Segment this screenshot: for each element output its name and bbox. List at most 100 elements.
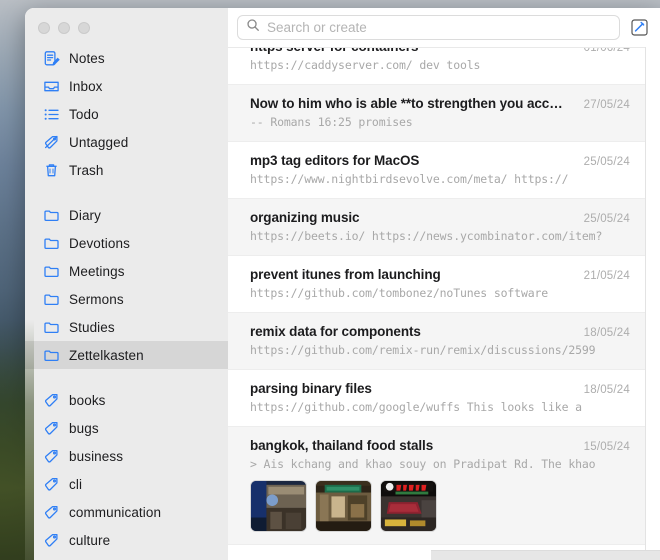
main-area: https server for containers 01/06/24 htt…	[228, 8, 660, 560]
note-list-item[interactable]: bangkok, thailand food stalls 15/05/24 >…	[228, 427, 645, 545]
sidebar-folder-label: Meetings	[69, 263, 125, 279]
sidebar-item-trash[interactable]: Trash	[33, 156, 220, 184]
sidebar-tag-communication[interactable]: communication	[33, 498, 220, 526]
note-date: 01/06/24	[583, 47, 630, 54]
note-snippet: https://caddyserver.com/ dev tools	[250, 58, 481, 72]
note-snippet: > Ais kchang and khao souy on Pradipat R…	[250, 457, 596, 471]
sidebar-item-label: Trash	[69, 162, 104, 178]
folder-icon	[43, 347, 60, 364]
note-header: prevent itunes from launching 21/05/24	[250, 267, 630, 282]
sidebar: Notes Inbox Todo Untagged Trash Diary De…	[25, 8, 228, 560]
sidebar-folder-label: Devotions	[69, 235, 130, 251]
close-button[interactable]	[38, 22, 50, 34]
note-date: 25/05/24	[583, 156, 630, 168]
tag-slash-icon	[43, 134, 60, 151]
note-list-item[interactable]: Now to him who is able **to strengthen y…	[228, 85, 645, 142]
note-title: bangkok, thailand food stalls	[250, 438, 434, 453]
note-list-item[interactable]: https server for containers 01/06/24 htt…	[228, 47, 645, 85]
note-header: https server for containers 01/06/24	[250, 47, 630, 54]
tag-icon	[43, 420, 60, 437]
note-list[interactable]: https server for containers 01/06/24 htt…	[228, 47, 645, 560]
toolbar	[228, 8, 660, 47]
folder-icon	[43, 291, 60, 308]
note-date: 27/05/24	[583, 99, 630, 111]
note-date: 18/05/24	[583, 327, 630, 339]
note-snippet: -- Romans 16:25 promises	[250, 115, 413, 129]
sidebar-tag-label: communication	[69, 504, 162, 520]
folder-icon	[43, 235, 60, 252]
sidebar-folders: Diary Devotions Meetings Sermons Studies…	[25, 201, 228, 369]
app-window: Notes Inbox Todo Untagged Trash Diary De…	[25, 8, 660, 560]
note-title: mp3 tag editors for MacOS	[250, 153, 420, 168]
note-header: remix data for components 18/05/24	[250, 324, 630, 339]
sidebar-tag-bugs[interactable]: bugs	[33, 414, 220, 442]
trash-icon	[43, 162, 60, 179]
note-header: parsing binary files 18/05/24	[250, 381, 630, 396]
sidebar-folder-studies[interactable]: Studies	[33, 313, 220, 341]
search-field[interactable]	[237, 15, 620, 40]
sidebar-divider-tags	[25, 369, 228, 386]
sidebar-tag-books[interactable]: books	[33, 386, 220, 414]
sidebar-folder-devotions[interactable]: Devotions	[33, 229, 220, 257]
note-title: parsing binary files	[250, 381, 372, 396]
compose-icon[interactable]	[630, 18, 649, 37]
sidebar-tag-label: culture	[69, 532, 111, 548]
sidebar-folder-label: Diary	[69, 207, 102, 223]
sidebar-tag-label: business	[69, 448, 124, 464]
sidebar-tag-label: cli	[69, 476, 83, 492]
sidebar-item-untagged[interactable]: Untagged	[33, 128, 220, 156]
note-header: organizing music 25/05/24	[250, 210, 630, 225]
note-header: mp3 tag editors for MacOS 25/05/24	[250, 153, 630, 168]
sidebar-tag-cli[interactable]: cli	[33, 470, 220, 498]
tag-icon	[43, 448, 60, 465]
note-snippet: https://beets.io/ https://news.ycombinat…	[250, 229, 603, 243]
sidebar-smart-lists: Notes Inbox Todo Untagged Trash	[25, 44, 228, 184]
note-snippet: https://github.com/remix-run/remix/discu…	[250, 343, 596, 357]
sidebar-folder-label: Sermons	[69, 291, 124, 307]
zoom-button[interactable]	[78, 22, 90, 34]
note-list-item[interactable]: organizing music 25/05/24 https://beets.…	[228, 199, 645, 256]
window-traffic-lights	[25, 8, 228, 44]
sidebar-folder-zettelkasten[interactable]: Zettelkasten	[25, 341, 228, 369]
sidebar-item-label: Todo	[69, 106, 99, 122]
folder-icon	[43, 207, 60, 224]
sidebar-folder-label: Studies	[69, 319, 115, 335]
note-date: 15/05/24	[583, 441, 630, 453]
note-list-item[interactable]: parsing binary files 18/05/24 https://gi…	[228, 370, 645, 427]
note-date: 21/05/24	[583, 270, 630, 282]
tag-icon	[43, 504, 60, 521]
note-list-item[interactable]: mp3 tag editors for MacOS 25/05/24 https…	[228, 142, 645, 199]
note-thumbnails	[250, 480, 630, 532]
tag-icon	[43, 532, 60, 549]
sidebar-item-label: Untagged	[69, 134, 129, 150]
sidebar-tag-culture[interactable]: culture	[33, 526, 220, 554]
note-snippet: https://github.com/google/wuffs This loo…	[250, 400, 582, 414]
sidebar-tag-label: bugs	[69, 420, 99, 436]
note-edit-icon	[43, 50, 60, 67]
list-icon	[43, 106, 60, 123]
minimize-button[interactable]	[58, 22, 70, 34]
sidebar-folder-meetings[interactable]: Meetings	[33, 257, 220, 285]
sidebar-folder-diary[interactable]: Diary	[33, 201, 220, 229]
sidebar-item-notes[interactable]: Notes	[33, 44, 220, 72]
note-list-item[interactable]: remix data for components 18/05/24 https…	[228, 313, 645, 370]
sidebar-tag-label: books	[69, 392, 106, 408]
note-title: prevent itunes from launching	[250, 267, 441, 282]
sidebar-tag-business[interactable]: business	[33, 442, 220, 470]
note-detail-panel[interactable]	[645, 47, 660, 560]
shop-interior-green-sign-photo[interactable]	[315, 480, 372, 532]
folder-icon	[43, 319, 60, 336]
sidebar-item-todo[interactable]: Todo	[33, 100, 220, 128]
sidebar-folder-sermons[interactable]: Sermons	[33, 285, 220, 313]
tag-icon	[43, 476, 60, 493]
search-input[interactable]	[267, 20, 611, 35]
sidebar-folder-label: Zettelkasten	[69, 347, 144, 363]
note-list-item[interactable]: prevent itunes from launching 21/05/24 h…	[228, 256, 645, 313]
status-bar	[431, 550, 660, 560]
sidebar-item-inbox[interactable]: Inbox	[33, 72, 220, 100]
note-header: bangkok, thailand food stalls 15/05/24	[250, 438, 630, 453]
note-date: 18/05/24	[583, 384, 630, 396]
street-stall-blue-night-photo[interactable]	[250, 480, 307, 532]
red-awning-storefront-photo[interactable]	[380, 480, 437, 532]
inbox-icon	[43, 78, 60, 95]
